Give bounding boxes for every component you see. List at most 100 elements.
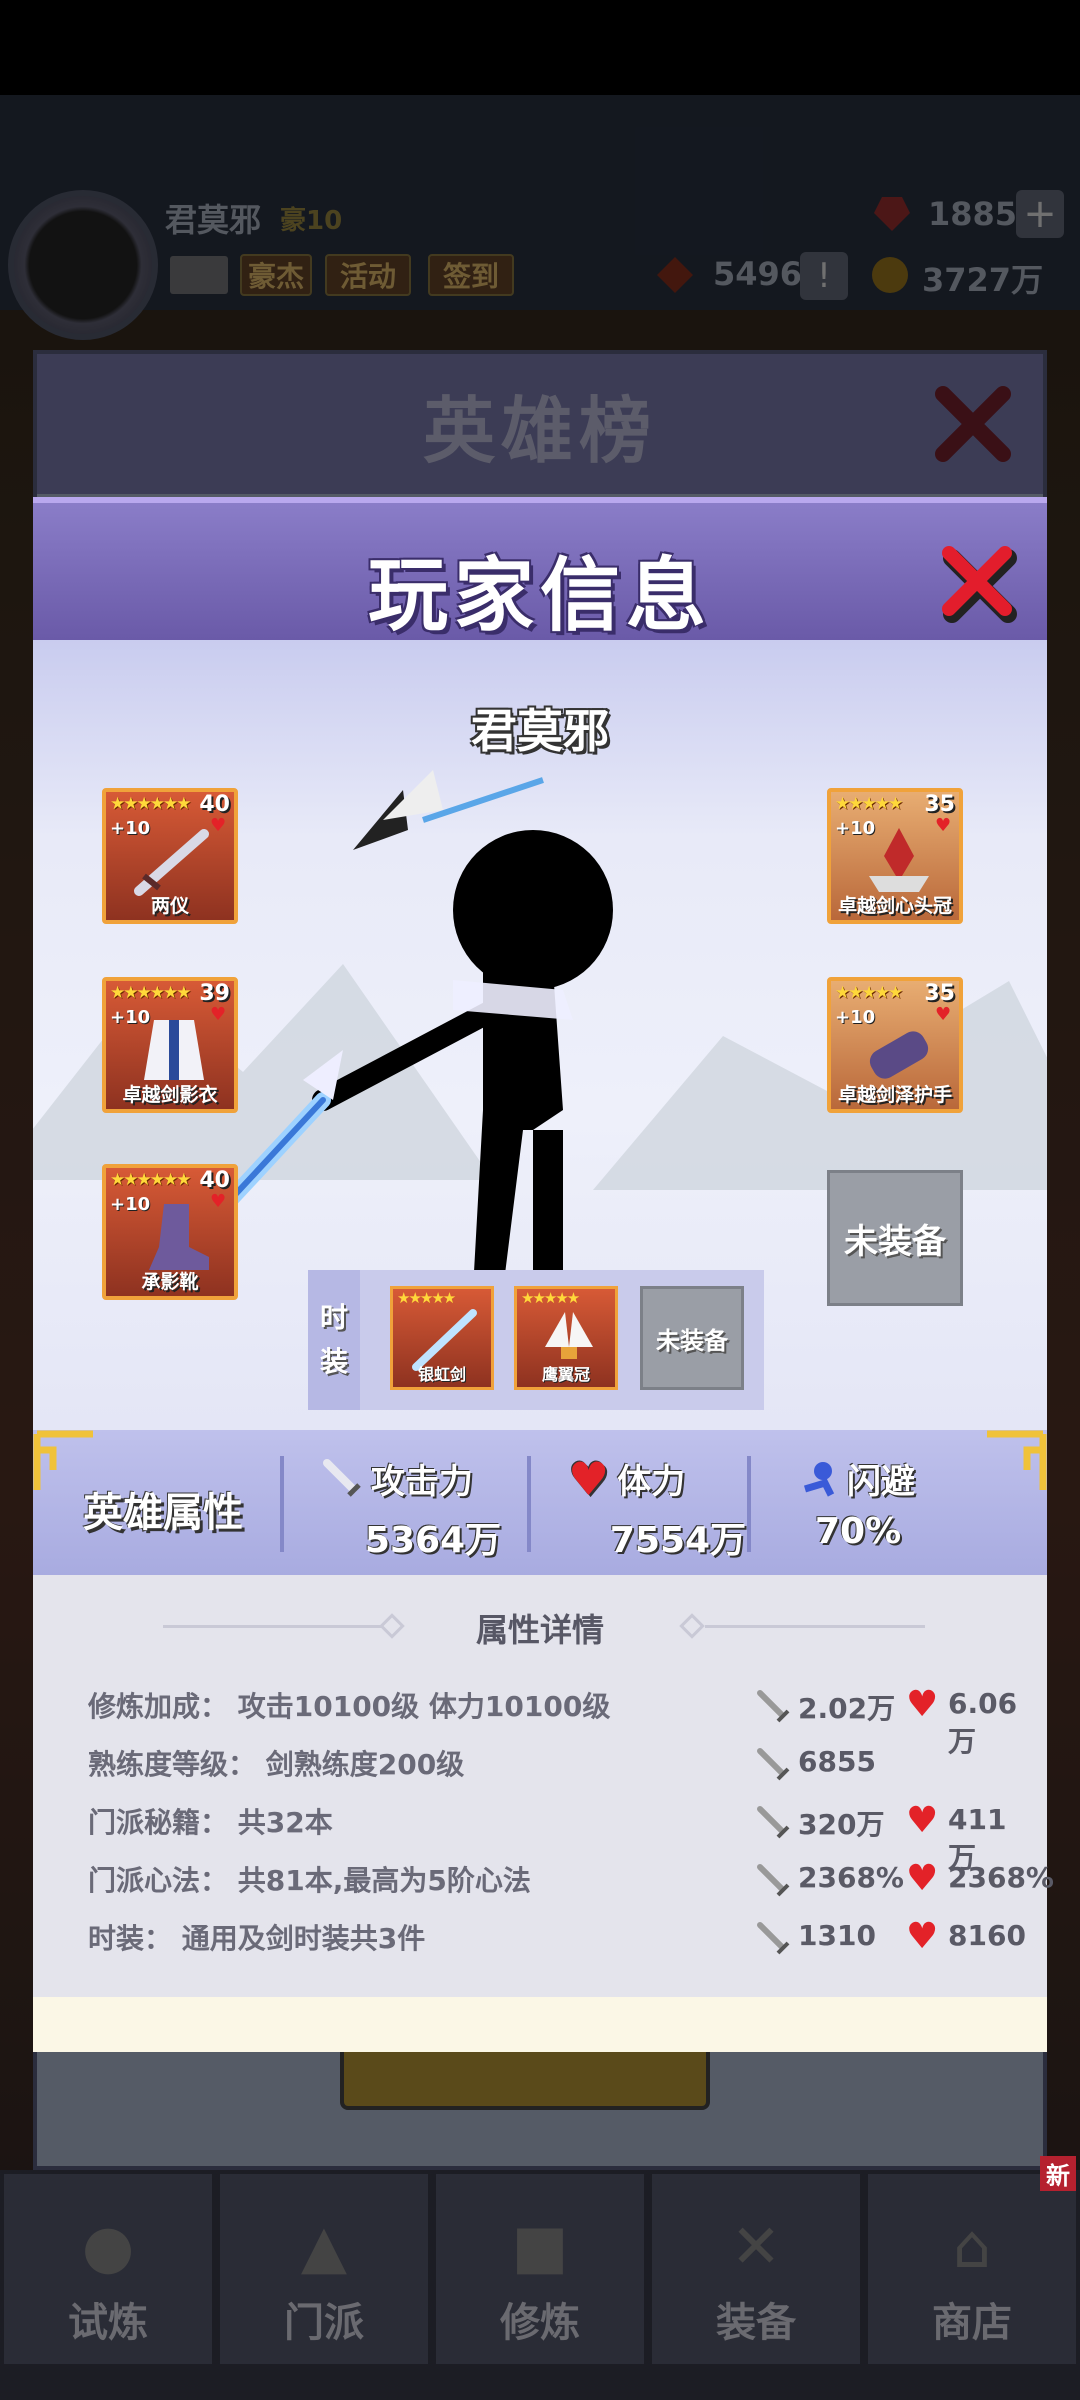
equip-name: 卓越剑心头冠	[837, 895, 952, 917]
detail-row: 门派心法： 共81本,最高为5阶心法 2368% ♥ 2368%	[88, 1858, 1054, 1909]
sword-icon	[757, 1806, 790, 1839]
detail-label: 时装： 通用及剑时装共3件	[88, 1922, 426, 1955]
modal-header: 玩家信息	[33, 497, 1047, 642]
fashion-name: 银虹剑	[417, 1365, 466, 1384]
close-icon[interactable]	[933, 384, 1013, 464]
detail-label: 修炼加成： 攻击10100级 体力10100级	[88, 1690, 611, 1723]
crown-icon	[869, 828, 929, 892]
details-title: 属性详情	[475, 1611, 604, 1649]
hero-board-title: 英雄榜	[422, 388, 657, 473]
character-figure	[233, 770, 640, 1304]
equip-boots[interactable]: ★★★★★★ 40 +10 ♥ 承影靴	[102, 1164, 238, 1300]
detail-attack: 6855	[798, 1745, 876, 1778]
equip-name: 卓越剑泽护手	[837, 1084, 952, 1106]
temple-icon: ▲	[300, 2212, 348, 2282]
ninja-icon: ●	[81, 2212, 135, 2282]
fashion-label-bottom: 装	[319, 1345, 348, 1378]
player-info-modal: 玩家信息 君莫邪 ★★★★★★ 40 +10 ♥ 两仪 ★★★★★★ 39 +1…	[33, 497, 1054, 2057]
equip-weapon[interactable]: ★★★★★★ 40 +10 ♥ 两仪	[102, 788, 238, 924]
nav-trial-label: 试炼	[68, 2300, 148, 2346]
nav-equipment[interactable]: ✕ 装备	[652, 2174, 860, 2364]
detail-label: 熟练度等级： 剑熟练度200级	[88, 1748, 465, 1781]
hero-board-header: 英雄榜	[37, 354, 1043, 494]
dodge-stat: 闪避 70%	[795, 1454, 1015, 1552]
dash-icon	[803, 1461, 835, 1497]
sword-icon	[757, 1690, 790, 1723]
dodge-label: 闪避	[847, 1462, 915, 1502]
heart-icon: ♥	[568, 1451, 610, 1506]
equip-helmet[interactable]: ★★★★★ 35 +10 ♥ 卓越剑心头冠	[827, 788, 963, 924]
divider	[705, 1625, 925, 1628]
modal-title: 玩家信息	[368, 549, 712, 642]
book-icon: ■	[511, 2212, 569, 2282]
sword-icon	[757, 1748, 790, 1781]
heart-icon: ♥	[906, 1684, 939, 1725]
heart-icon: ♥	[906, 1916, 939, 1957]
hero-display: 君莫邪 ★★★★★★ 40 +10 ♥ 两仪 ★★★★★★ 39 +10 ♥ 卓…	[33, 640, 1047, 1430]
attack-value: 5364万	[364, 1520, 502, 1561]
empty-fashion-slot[interactable]: 未装备	[640, 1286, 744, 1390]
modal-footer	[33, 1997, 1047, 2052]
attribute-details: 属性详情 修炼加成： 攻击10100级 体力10100级 2.02万 ♥ 6.0…	[33, 1575, 1054, 1997]
equip-name: 卓越剑影衣	[122, 1084, 218, 1106]
equip-name: 承影靴	[141, 1271, 199, 1293]
divider	[527, 1456, 531, 1552]
nav-trial[interactable]: ● 试炼	[4, 2174, 212, 2364]
nav-shop-label: 商店	[932, 2300, 1012, 2346]
sword-icon	[323, 1458, 361, 1497]
fashion-item[interactable]: ★★★★★ 鹰翼冠	[514, 1286, 618, 1390]
nav-cultivate[interactable]: ■ 修炼	[436, 2174, 644, 2364]
nav-shop[interactable]: 新 ⌂ 商店	[868, 2156, 1076, 2364]
sword-icon	[757, 1922, 790, 1955]
player-name: 君莫邪	[471, 704, 609, 758]
equip-gloves[interactable]: ★★★★★ 35 +10 ♥ 卓越剑泽护手	[827, 977, 963, 1113]
equip-stars: ★★★★★	[835, 983, 903, 1003]
divider	[280, 1456, 284, 1552]
nav-sect[interactable]: ▲ 门派	[220, 2174, 428, 2364]
attack-label: 攻击力	[371, 1462, 473, 1502]
equip-level: 40	[199, 1168, 230, 1193]
fashion-label-top: 时	[319, 1301, 348, 1334]
divider	[747, 1456, 751, 1552]
dodge-value: 70%	[815, 1511, 902, 1552]
equip-armor[interactable]: ★★★★★★ 39 +10 ♥ 卓越剑影衣	[102, 977, 238, 1113]
swords-icon: ✕	[730, 2212, 782, 2282]
equip-stars: ★★★★★	[835, 794, 903, 814]
nav-cultivate-label: 修炼	[500, 2300, 580, 2346]
sword-icon	[134, 829, 209, 896]
close-icon[interactable]	[935, 539, 1019, 623]
detail-row: 时装： 通用及剑时装共3件 1310 ♥ 8160	[88, 1916, 1026, 1967]
sword-icon	[757, 1864, 790, 1897]
detail-row: 门派秘籍： 共32本 320万 ♥ 411万	[88, 1800, 1008, 1875]
nav-equipment-label: 装备	[716, 2300, 796, 2346]
fashion-name: 鹰翼冠	[541, 1365, 590, 1384]
equip-level: 39	[199, 981, 230, 1006]
hp-label: 体力	[617, 1462, 686, 1502]
detail-attack: 2368%	[798, 1861, 904, 1894]
hp-value: 7554万	[609, 1520, 747, 1561]
equip-level: 35	[924, 792, 955, 817]
boot-icon	[149, 1204, 209, 1270]
detail-row: 熟练度等级： 剑熟练度200级 6855	[88, 1743, 1008, 1793]
detail-attack: 2.02万	[798, 1692, 896, 1725]
detail-label: 门派秘籍： 共32本	[88, 1806, 333, 1839]
heart-icon: ♥	[906, 1800, 939, 1841]
hp-stat: ♥ 体力 7554万	[568, 1454, 788, 1563]
nav-sect-label: 门派	[284, 2300, 364, 2346]
attack-stat: 攻击力 5364万	[323, 1454, 543, 1563]
detail-attack: 1310	[798, 1919, 876, 1952]
fashion-stars: ★★★★★	[521, 1289, 580, 1307]
detail-hp: 2368%	[948, 1861, 1054, 1894]
new-badge: 新	[1040, 2156, 1076, 2191]
fashion-label: 时 装	[308, 1270, 360, 1410]
gauntlet-icon	[869, 1031, 929, 1079]
attributes-title: 英雄属性	[83, 1490, 243, 1536]
equip-level: 40	[199, 792, 230, 817]
fashion-item[interactable]: ★★★★★ 银虹剑	[390, 1286, 494, 1390]
detail-row: 修炼加成： 攻击10100级 体力10100级 2.02万 ♥ 6.06万	[88, 1684, 1017, 1759]
fashion-section: 时 装 ★★★★★ 银虹剑 ★★★★★ 鹰翼冠 未装备	[308, 1270, 764, 1410]
equip-name: 两仪	[150, 895, 189, 917]
shop-icon: ⌂	[952, 2212, 992, 2282]
heart-icon: ♥	[906, 1858, 939, 1899]
empty-equip-slot[interactable]: 未装备	[827, 1170, 963, 1306]
